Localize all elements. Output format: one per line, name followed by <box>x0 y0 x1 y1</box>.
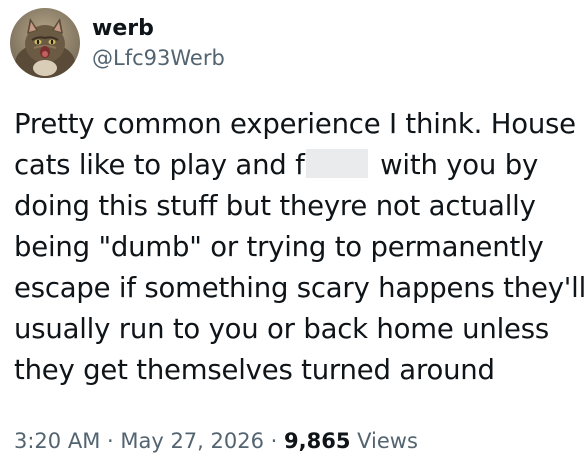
tweet-date[interactable]: May 27, 2026 <box>120 429 264 453</box>
tweet-text-line: usually run to you or back home unless <box>14 313 550 345</box>
tweet-text-line: they get themselves turned around <box>14 354 495 386</box>
tweet-text-line: doing this stuff but theyre not actually <box>14 190 536 222</box>
meta-separator: · <box>263 429 284 453</box>
author-names: werb @Lfc93Werb <box>92 14 225 72</box>
user-handle[interactable]: @Lfc93Werb <box>92 44 225 72</box>
meta-separator: · <box>100 429 121 453</box>
tweet-header: werb @Lfc93Werb <box>10 8 225 78</box>
tweet-time[interactable]: 3:20 AM <box>14 429 100 453</box>
tweet-card: werb @Lfc93Werb Pretty common experience… <box>0 0 587 465</box>
tweet-text-line: escape if something scary happens they'l… <box>14 272 587 304</box>
views-label[interactable]: Views <box>350 429 418 453</box>
avatar[interactable] <box>10 8 80 78</box>
tweet-meta: 3:20 AM · May 27, 2026 · 9,865 Views <box>14 426 418 456</box>
views-count[interactable]: 9,865 <box>284 429 350 453</box>
tweet-text-line: Pretty common experience I think. House <box>14 108 576 140</box>
display-name[interactable]: werb <box>92 14 225 44</box>
redaction-box <box>305 149 368 178</box>
tweet-text: Pretty common experience I think. House … <box>14 104 587 391</box>
tweet-text-line: cats like to play and f with you by <box>14 149 539 181</box>
tweet-text-line: being "dumb" or trying to permanently <box>14 231 544 263</box>
cat-avatar-icon <box>10 8 80 78</box>
